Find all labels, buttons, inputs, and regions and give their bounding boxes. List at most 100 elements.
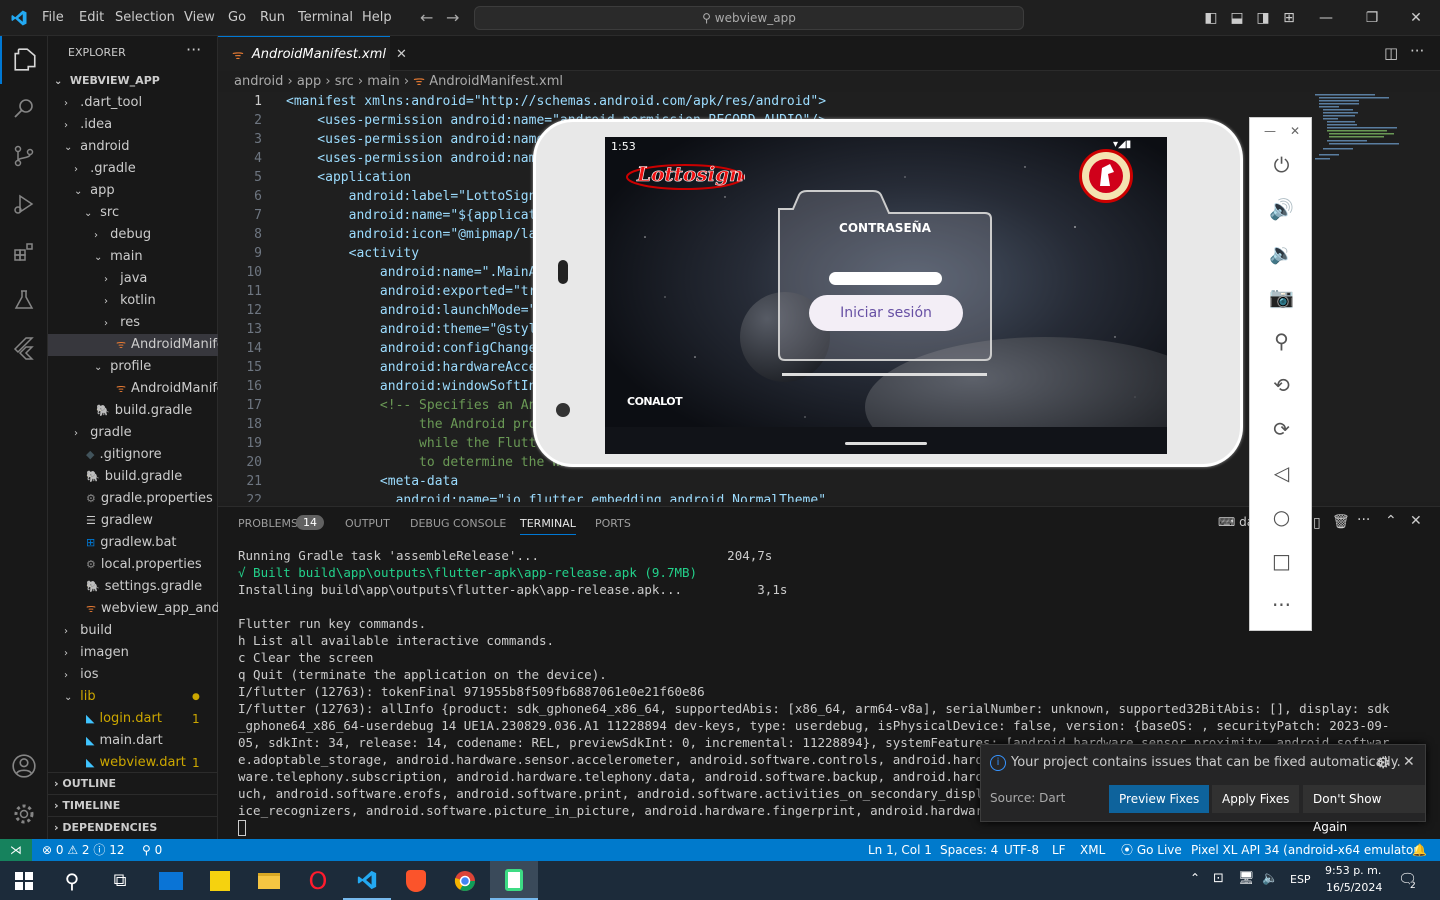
- panel-more-icon[interactable]: ···: [1357, 512, 1370, 528]
- breadcrumb-item[interactable]: AndroidManifest.xml: [429, 74, 563, 89]
- language-mode[interactable]: XML: [1080, 839, 1105, 861]
- brave-browser-icon[interactable]: [392, 861, 440, 900]
- menu-file[interactable]: File: [42, 10, 64, 25]
- rotate-right-icon[interactable]: ⟳: [1250, 409, 1313, 449]
- apply-fixes-button[interactable]: Apply Fixes: [1212, 785, 1300, 813]
- source-control-icon[interactable]: [0, 132, 48, 180]
- tree-item[interactable]: 🐘 settings.gradle: [48, 576, 218, 598]
- volume-up-icon[interactable]: 🔊: [1250, 189, 1313, 229]
- opera-browser-icon[interactable]: O: [294, 861, 342, 900]
- manage-gear-icon[interactable]: [0, 790, 48, 838]
- section-outline[interactable]: › OUTLINE: [48, 772, 218, 794]
- tree-item[interactable]: ◣ login.dart 1: [48, 708, 218, 730]
- editor-more-icon[interactable]: ···: [1410, 42, 1424, 60]
- panel-tab-output[interactable]: OUTPUT: [345, 517, 390, 530]
- tree-item[interactable]: ᯤ webview_app_andro...: [48, 598, 218, 620]
- toggle-panel-icon[interactable]: ⬓: [1229, 10, 1245, 26]
- login-button[interactable]: Iniciar sesión: [809, 295, 963, 331]
- menu-view[interactable]: View: [184, 10, 215, 25]
- zoom-icon[interactable]: ⚲: [1250, 321, 1313, 361]
- customize-layout-icon[interactable]: ⊞: [1281, 10, 1297, 26]
- home-circle-icon[interactable]: ○: [1250, 497, 1313, 537]
- tree-item[interactable]: ⚙ local.properties: [48, 554, 218, 576]
- tree-item[interactable]: 🐘 build.gradle: [48, 466, 218, 488]
- back-arrow-icon[interactable]: ←: [420, 8, 433, 27]
- search-activity-icon[interactable]: [0, 84, 48, 132]
- cursor-position[interactable]: Ln 1, Col 1: [868, 839, 932, 861]
- tree-item[interactable]: ◣ main.dart: [48, 730, 218, 752]
- back-triangle-icon[interactable]: ◁: [1250, 453, 1313, 493]
- tree-item[interactable]: ⌄ app: [48, 180, 218, 202]
- network-icon[interactable]: 🖥: [1238, 871, 1255, 886]
- menu-help[interactable]: Help: [362, 10, 392, 25]
- clock-date[interactable]: 16/5/2024: [1326, 881, 1382, 894]
- kill-terminal-trash-icon[interactable]: 🗑: [1332, 514, 1350, 530]
- vscode-taskbar-icon[interactable]: [343, 861, 391, 900]
- accounts-icon[interactable]: [0, 742, 48, 790]
- tree-item[interactable]: ⌄ main: [48, 246, 218, 268]
- command-center-search[interactable]: ⚲ webview_app: [474, 6, 1024, 30]
- emulator-close-icon[interactable]: ✕: [1290, 124, 1300, 138]
- close-tab-icon[interactable]: ✕: [396, 47, 407, 62]
- file-explorer-icon[interactable]: [245, 861, 293, 900]
- show-hidden-icons-icon[interactable]: ⌃: [1190, 871, 1200, 885]
- tree-item[interactable]: 🐘 build.gradle: [48, 400, 218, 422]
- tree-item[interactable]: › res: [48, 312, 218, 334]
- tree-item[interactable]: ⊞ gradlew.bat: [48, 532, 218, 554]
- more-actions-icon[interactable]: ···: [186, 40, 201, 59]
- tree-item[interactable]: ⌄ lib ●: [48, 686, 218, 708]
- run-debug-icon[interactable]: [0, 180, 48, 228]
- section-timeline[interactable]: › TIMELINE: [48, 794, 218, 816]
- extended-controls-more-icon[interactable]: ···: [1250, 585, 1313, 625]
- breadcrumb-item[interactable]: src: [335, 74, 354, 89]
- extensions-icon[interactable]: [0, 228, 48, 276]
- problems-status[interactable]: ⊗ 0 ⚠ 2 ⓘ 12: [42, 839, 124, 861]
- minimize-window-icon[interactable]: —: [1318, 10, 1334, 26]
- tree-item[interactable]: › gradle: [48, 422, 218, 444]
- tab-android-manifest[interactable]: ᯤ AndroidManifest.xml ✕: [218, 36, 407, 71]
- ports-status[interactable]: ⚲ 0: [142, 839, 162, 861]
- power-icon[interactable]: ⏻: [1250, 145, 1313, 185]
- tree-item[interactable]: ⚙ gradle.properties: [48, 488, 218, 510]
- panel-tab-terminal[interactable]: TERMINAL: [520, 517, 576, 535]
- emulator-minimize-icon[interactable]: —: [1264, 124, 1276, 138]
- split-terminal-icon[interactable]: ▯: [1313, 515, 1321, 531]
- close-panel-icon[interactable]: ✕: [1410, 513, 1422, 529]
- eol-status[interactable]: LF: [1052, 839, 1066, 861]
- volume-icon[interactable]: 🔈: [1262, 871, 1278, 886]
- camera-screenshot-icon[interactable]: 📷: [1250, 277, 1313, 317]
- split-editor-icon[interactable]: ◫: [1384, 44, 1398, 62]
- workspace-root[interactable]: ⌄ WEBVIEW_APP: [48, 70, 218, 92]
- explorer-activity-icon[interactable]: [0, 36, 48, 84]
- tree-item[interactable]: ◆ .gitignore: [48, 444, 218, 466]
- close-window-icon[interactable]: ✕: [1408, 10, 1424, 26]
- menu-terminal[interactable]: Terminal: [298, 10, 353, 25]
- overview-square-icon[interactable]: □: [1250, 541, 1313, 581]
- menu-run[interactable]: Run: [260, 10, 285, 25]
- preview-fixes-button[interactable]: Preview Fixes: [1109, 785, 1210, 813]
- language-indicator[interactable]: ESP: [1290, 873, 1311, 886]
- tree-item[interactable]: ⌄ android: [48, 136, 218, 158]
- windows-start-icon[interactable]: [0, 861, 48, 900]
- breadcrumb-item[interactable]: android: [234, 74, 283, 89]
- toggle-sidebar-icon[interactable]: ◧: [1203, 10, 1219, 26]
- sticky-notes-icon[interactable]: [196, 861, 244, 900]
- tree-item[interactable]: › .dart_tool: [48, 92, 218, 114]
- toggle-secondary-sidebar-icon[interactable]: ◨: [1255, 10, 1271, 26]
- breadcrumb-item[interactable]: main: [367, 74, 399, 89]
- menu-go[interactable]: Go: [228, 10, 246, 25]
- rotate-left-icon[interactable]: ⟲: [1250, 365, 1313, 405]
- tree-item[interactable]: › ios: [48, 664, 218, 686]
- tree-item[interactable]: ⌄ profile: [48, 356, 218, 378]
- remote-indicator-icon[interactable]: ⋊: [0, 839, 32, 861]
- panel-tab-problems[interactable]: PROBLEMS: [238, 517, 298, 530]
- tree-item[interactable]: › kotlin: [48, 290, 218, 312]
- close-notification-icon[interactable]: ✕: [1403, 754, 1415, 770]
- dont-show-again-button[interactable]: Don't Show Again: [1303, 785, 1425, 834]
- android-emulator-taskbar-icon[interactable]: [490, 861, 538, 900]
- panel-tab-ports[interactable]: PORTS: [595, 517, 631, 530]
- chrome-browser-icon[interactable]: [441, 861, 489, 900]
- notification-settings-gear-icon[interactable]: ⚙: [1376, 753, 1390, 772]
- tree-item[interactable]: › java: [48, 268, 218, 290]
- volume-down-icon[interactable]: 🔉: [1250, 233, 1313, 273]
